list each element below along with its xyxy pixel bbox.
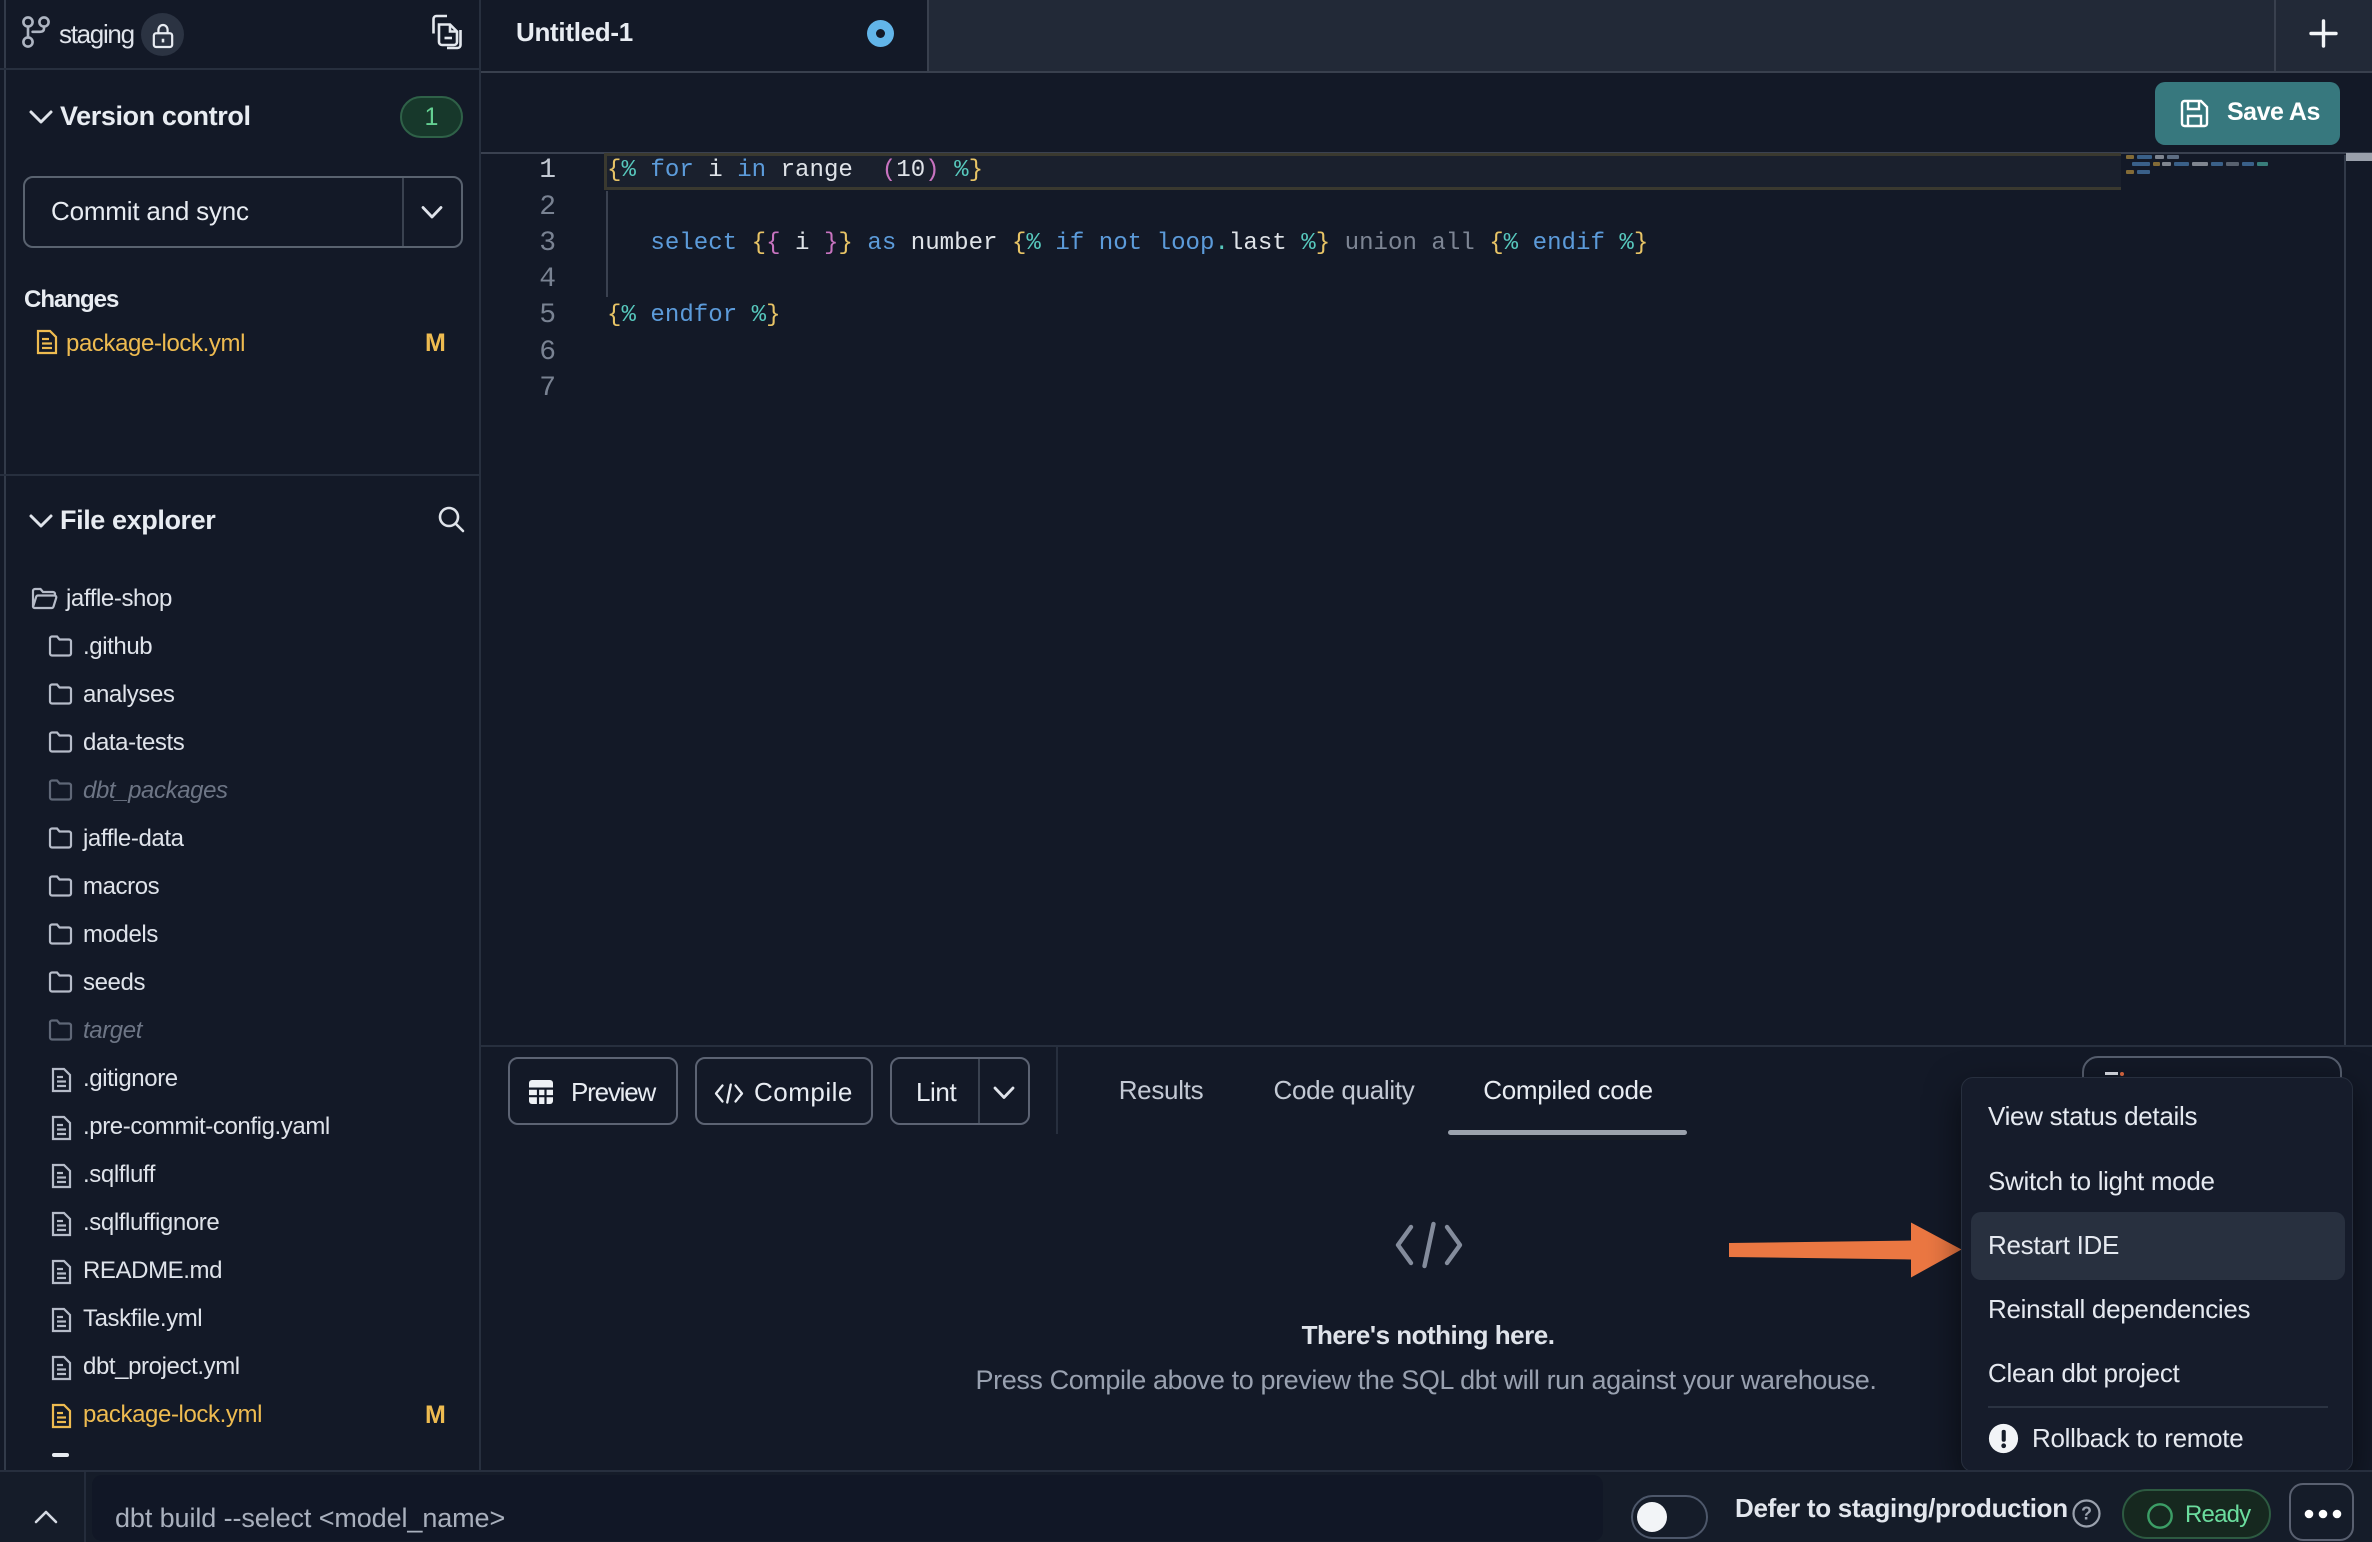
svg-text:?: ?: [2081, 1504, 2092, 1524]
